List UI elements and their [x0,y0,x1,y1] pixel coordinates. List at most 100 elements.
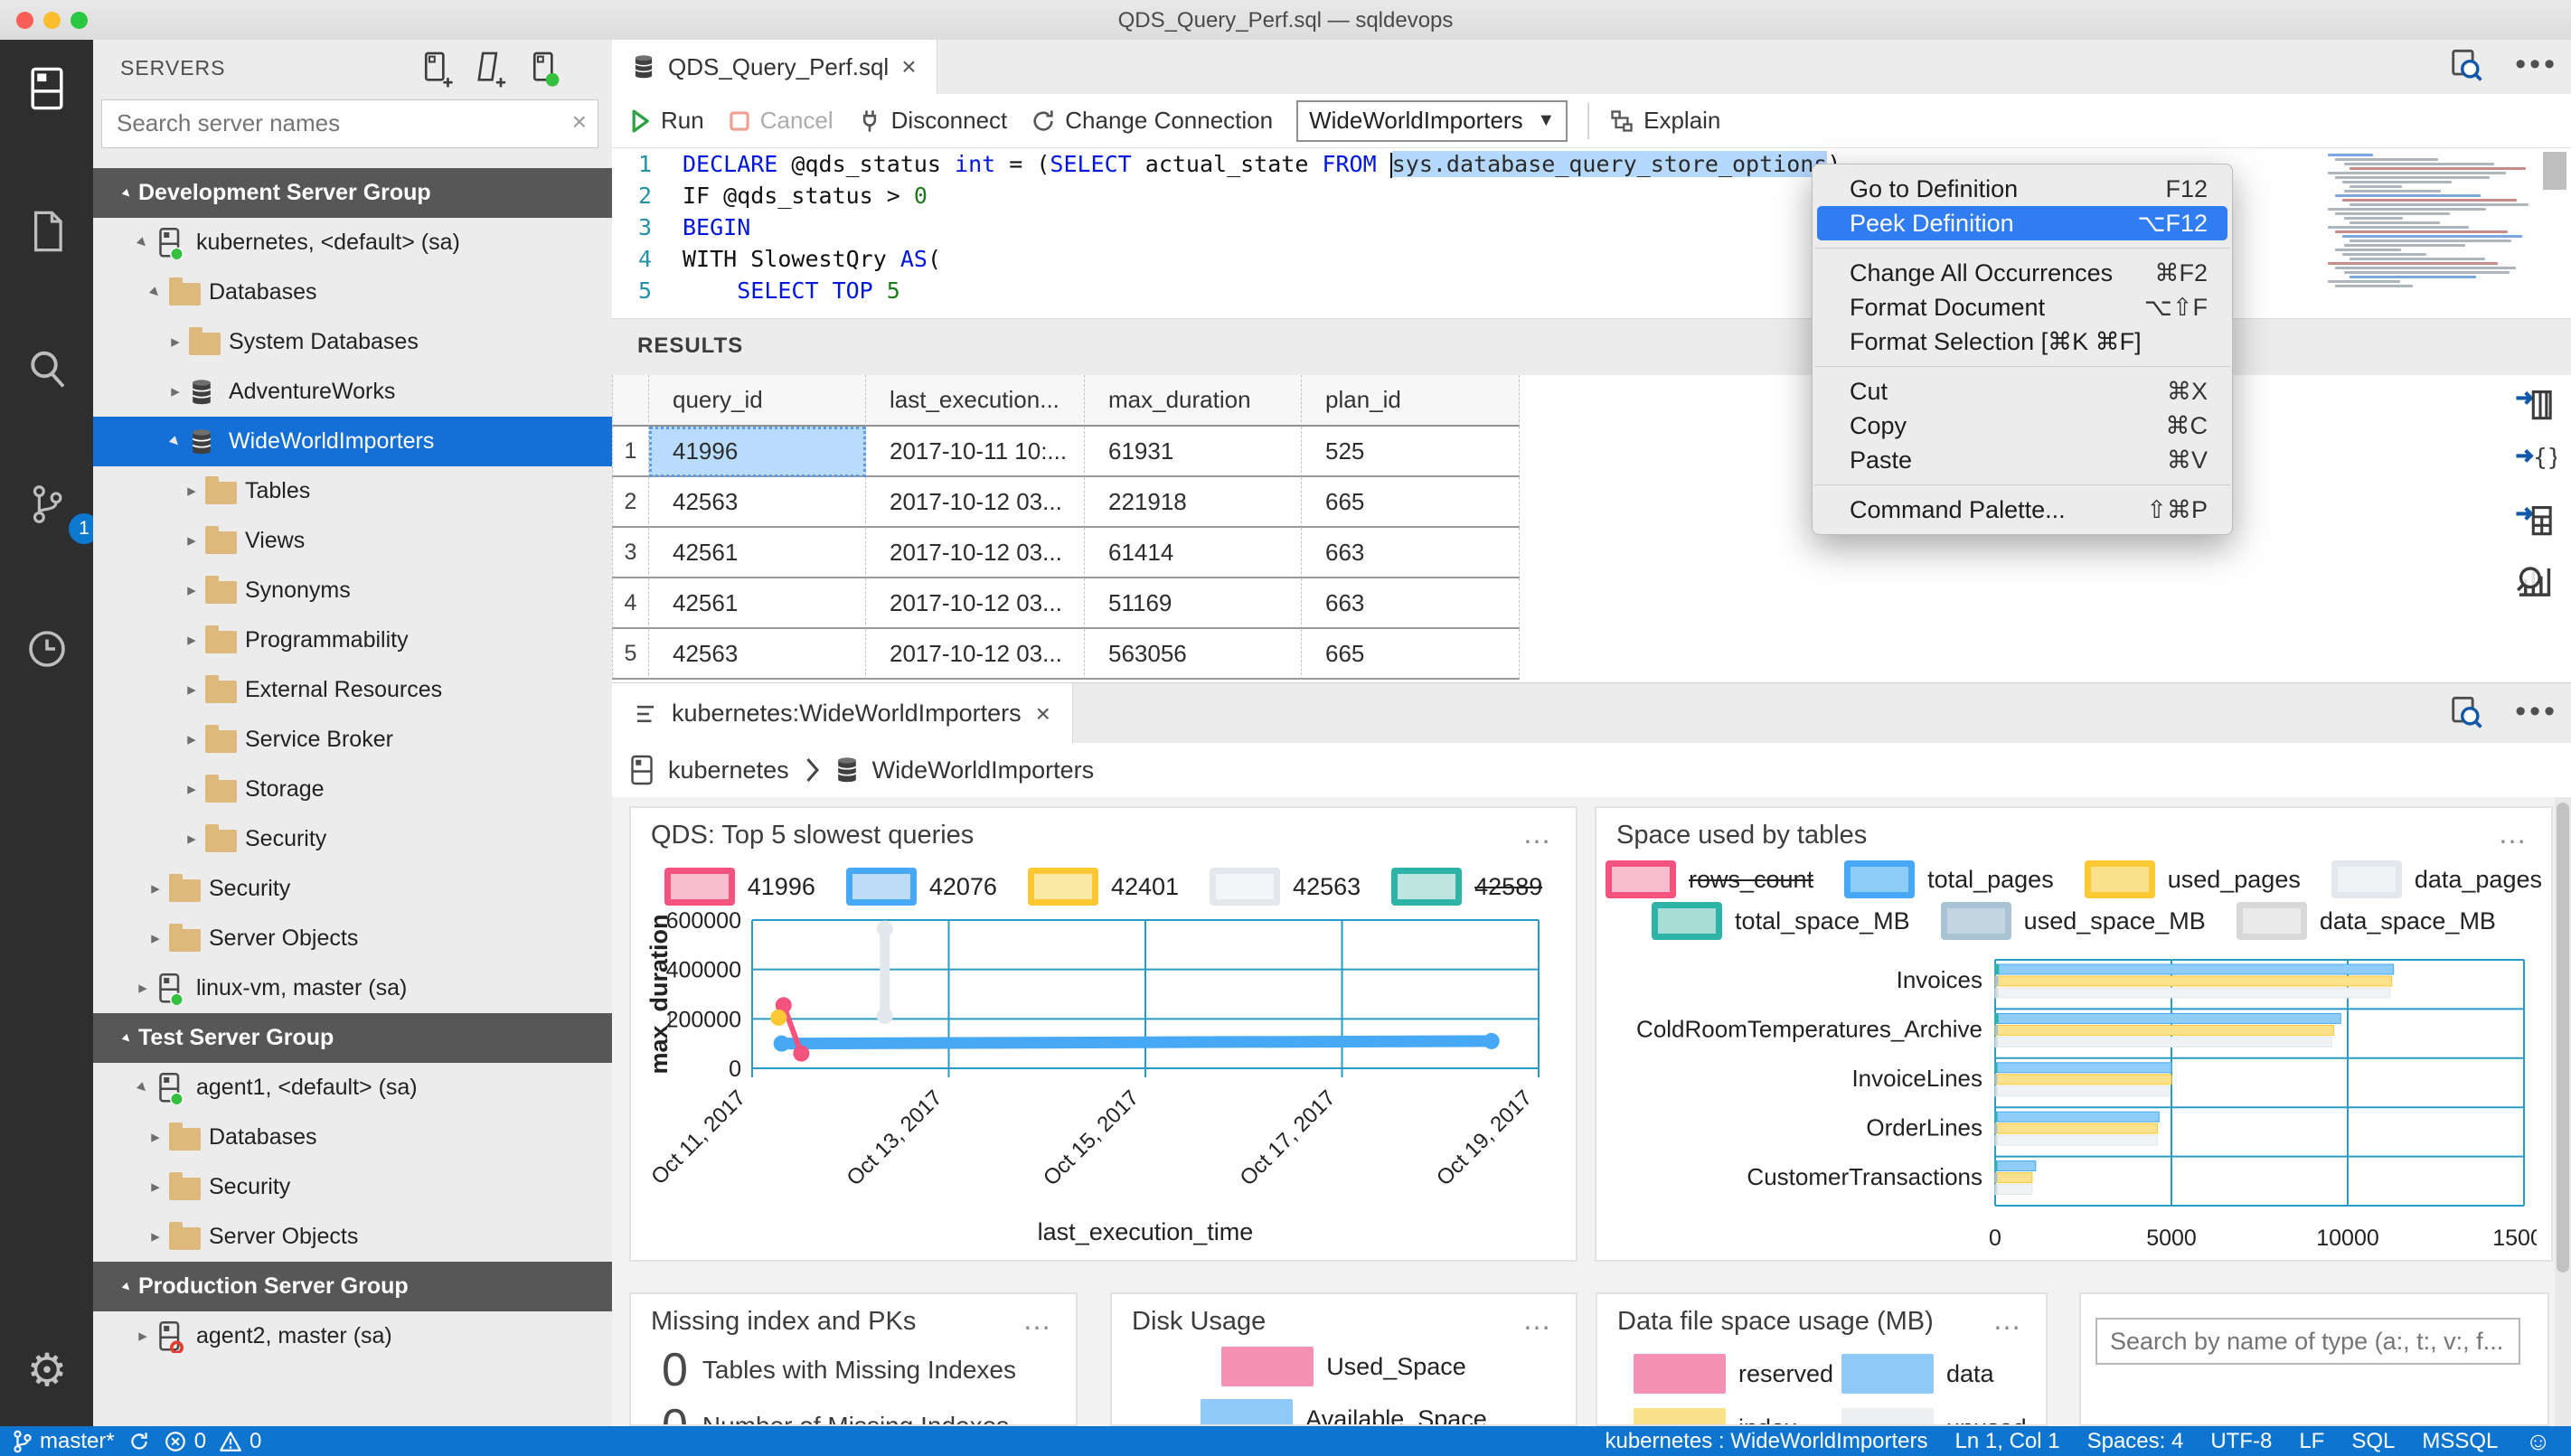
table-cell[interactable]: 41996 [649,427,866,477]
table-cell[interactable]: 42563 [649,629,866,680]
table-cell[interactable]: 221918 [1085,477,1302,528]
status-item[interactable]: UTF-8 [2210,1429,2272,1454]
tree-item[interactable]: ▸ Service Broker [93,715,612,765]
legend-item[interactable]: 41996 [664,868,815,906]
editor-scrollbar[interactable] [2543,152,2566,190]
tree-item[interactable]: ▸ External Resources [93,665,612,715]
legend-item[interactable]: Available_Space [1201,1399,1487,1424]
chevron-expanded-icon[interactable]: ▸ [113,1024,141,1052]
table-cell[interactable]: 2017-10-11 10:... [866,427,1085,477]
status-item[interactable]: MSSQL [2422,1429,2498,1454]
table-cell[interactable]: 563056 [1085,629,1302,680]
chevron-collapsed-icon[interactable]: ▸ [178,630,205,651]
minimap[interactable] [2328,154,2536,296]
legend-item[interactable]: used_space_MB [1940,902,2206,940]
tree-item[interactable]: ▸ linux-vm, master (sa) [93,963,612,1013]
table-cell[interactable]: 525 [1302,427,1520,477]
errors-item[interactable]: 0 [164,1429,206,1454]
tree-item[interactable]: ▸ Views [93,516,612,566]
menu-item-paste[interactable]: Paste ⌘V [1817,443,2227,477]
tree-item[interactable]: ▸ agent2, master (sa) [93,1311,612,1361]
tree-item[interactable]: ▸ Databases [93,1113,612,1162]
tree-item[interactable]: ▸ Security [93,814,612,864]
menu-item-go-to-definition[interactable]: Go to Definition F12 [1817,172,2227,206]
legend-item[interactable]: total_space_MB [1652,902,1910,940]
code-line[interactable]: 2 IF @qds_status > 0 [612,180,2571,211]
chevron-expanded-icon[interactable]: ▸ [126,226,159,259]
tree-item[interactable]: ▸ Databases [93,268,612,317]
tree-item[interactable]: ▸ Storage [93,765,612,814]
tree-item[interactable]: ▸ AdventureWorks [93,367,612,417]
code-editor[interactable]: 1 DECLARE @qds_status int = (SELECT actua… [612,148,2571,318]
menu-item-format-selection-k-f[interactable]: Format Selection [⌘K ⌘F] [1817,324,2227,359]
breadcrumb-server[interactable]: kubernetes [668,756,789,784]
results-grid[interactable]: query_id last_execution... max_duration pla… [612,375,1520,680]
tree-item[interactable]: ▸ agent1, <default> (sa) [93,1063,612,1113]
table-cell[interactable]: 2017-10-12 03... [866,578,1085,629]
legend-item[interactable]: used_pages [2084,860,2301,898]
table-cell[interactable]: 665 [1302,477,1520,528]
chevron-collapsed-icon[interactable]: ▸ [178,729,205,750]
chevron-collapsed-icon[interactable]: ▸ [178,580,205,601]
source-control-icon[interactable]: 1 [24,481,99,544]
gear-icon[interactable]: ⚙ [24,1347,71,1394]
table-cell[interactable]: 42563 [649,477,866,528]
menu-item-peek-definition[interactable]: Peek Definition ⌥F12 [1817,206,2227,240]
legend-item[interactable]: data [1841,1354,2046,1394]
legend-item[interactable]: 42076 [845,868,997,906]
legend-item[interactable]: rows_count [1606,860,1813,898]
save-csv-icon[interactable] [2513,384,2557,427]
search-icon[interactable] [24,345,71,392]
feedback-smiley-icon[interactable]: ☺ [2525,1427,2551,1456]
chevron-collapsed-icon[interactable]: ▸ [142,1177,169,1198]
chevron-expanded-icon[interactable]: ▸ [158,425,192,458]
widget-menu-icon[interactable]: … [1522,817,1554,850]
chevron-collapsed-icon[interactable]: ▸ [142,928,169,949]
git-branch-item[interactable]: master* [13,1429,115,1454]
legend-item[interactable]: data_space_MB [2236,902,2496,940]
legend-item[interactable]: 42563 [1210,868,1361,906]
chevron-expanded-icon[interactable]: ▸ [113,1273,141,1301]
code-line[interactable]: 1 DECLARE @qds_status int = (SELECT actua… [612,148,2571,180]
cancel-button[interactable]: Cancel [728,107,833,135]
status-item[interactable]: kubernetes : WideWorldImporters [1605,1429,1927,1454]
menu-item-format-document[interactable]: Format Document ⌥⇧F [1817,290,2227,324]
server-search-input[interactable] [115,104,552,142]
change-connection-button[interactable]: Change Connection [1031,107,1273,135]
tab-dashboard[interactable]: kubernetes:WideWorldImporters × [612,683,1074,744]
view-chart-icon[interactable] [2513,558,2557,601]
find-icon[interactable] [2448,694,2484,730]
row-number[interactable]: 3 [612,528,649,578]
sync-icon[interactable] [127,1430,151,1453]
panel-more-actions-icon[interactable]: ••• [2515,697,2558,727]
table-cell[interactable]: 2017-10-12 03... [866,629,1085,680]
status-item[interactable]: Ln 1, Col 1 [1955,1429,2060,1454]
column-header[interactable]: plan_id [1302,375,1520,427]
legend-item[interactable]: 42589 [1391,868,1542,906]
server-group-header[interactable]: ▸ Production Server Group [93,1262,612,1311]
chevron-collapsed-icon[interactable]: ▸ [129,1326,156,1347]
legend-item[interactable]: 42401 [1027,868,1179,906]
legend-item[interactable]: Used_Space [1221,1347,1466,1386]
legend-item[interactable]: reserved [1634,1354,1841,1394]
history-icon[interactable] [24,625,71,672]
row-number[interactable]: 1 [612,427,649,477]
column-header[interactable]: last_execution... [866,375,1085,427]
tree-item[interactable]: ▸ Programmability [93,615,612,665]
tree-item[interactable]: ▸ System Databases [93,317,612,367]
chevron-collapsed-icon[interactable]: ▸ [129,978,156,999]
chevron-collapsed-icon[interactable]: ▸ [162,381,189,402]
table-cell[interactable]: 61414 [1085,528,1302,578]
chevron-expanded-icon[interactable]: ▸ [113,179,141,207]
clear-search-icon[interactable]: × [572,108,587,136]
code-line[interactable]: 4 WITH SlowestQry AS( [612,243,2571,275]
table-cell[interactable]: 51169 [1085,578,1302,629]
table-cell[interactable]: 42561 [649,528,866,578]
status-item[interactable]: SQL [2351,1429,2395,1454]
table-cell[interactable]: 665 [1302,629,1520,680]
legend-item[interactable]: data_pages [2331,860,2542,898]
editor-more-actions-icon[interactable]: ••• [2515,50,2558,80]
servers-icon[interactable] [24,65,71,112]
chevron-collapsed-icon[interactable]: ▸ [162,332,189,352]
chevron-expanded-icon[interactable]: ▸ [126,1071,159,1104]
